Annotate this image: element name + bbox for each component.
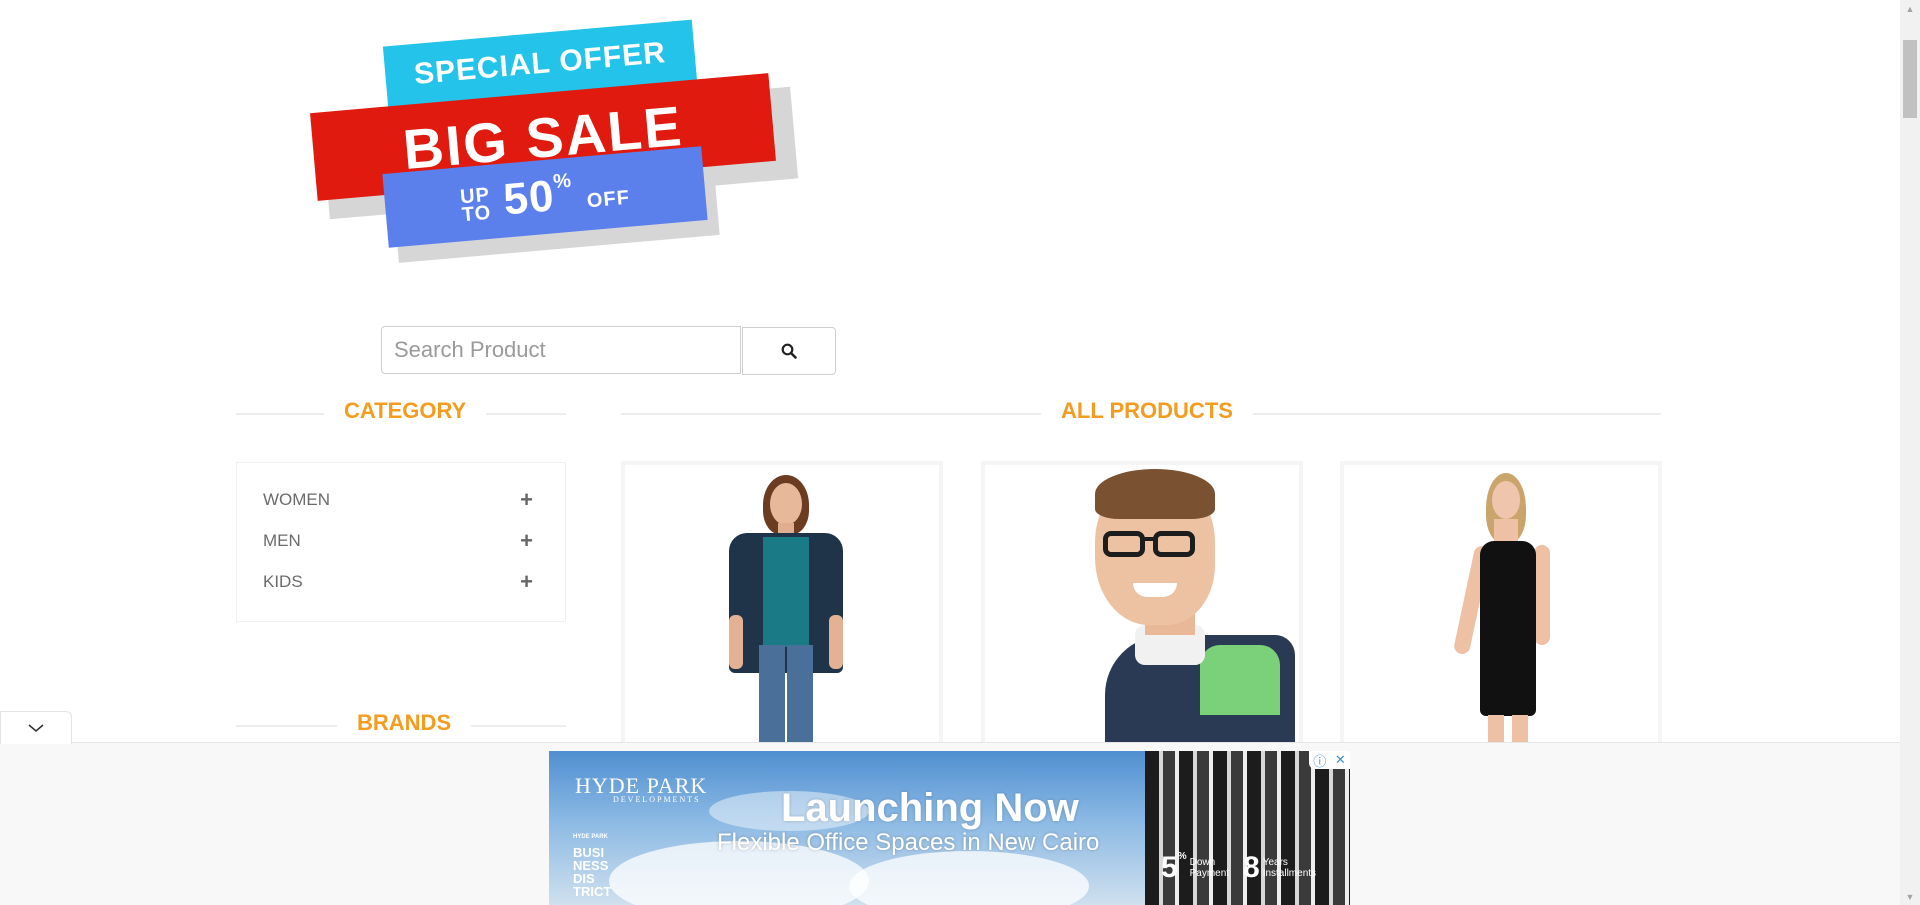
search-icon [781, 343, 797, 359]
category-title: CATEGORY [324, 398, 487, 424]
ad-business-district-logo: HYDE PARK BUSI NESS DIS TRICT [573, 834, 612, 899]
site-logo-banner[interactable]: SPECIAL OFFER BIG SALE UP TO 50% OFF [305, 19, 799, 263]
category-item-women[interactable]: WOMEN + [263, 485, 533, 515]
product-card[interactable] [981, 461, 1303, 761]
scroll-down-arrow-icon[interactable]: ▼ [1900, 888, 1920, 905]
product-image[interactable] [985, 465, 1299, 757]
page-scrollbar[interactable]: ▲ ▼ [1900, 0, 1920, 905]
ad-stat-down-payment: 5% Down Payment [1161, 851, 1230, 884]
brands-title: BRANDS [337, 710, 472, 736]
category-item-label: WOMEN [263, 490, 331, 509]
ad-stat-installments: 8 Years Installments [1243, 851, 1317, 884]
ad-headline: Launching Now [781, 786, 1079, 830]
products-title: ALL PRODUCTS [1041, 398, 1253, 424]
scroll-up-arrow-icon[interactable]: ▲ [1900, 0, 1920, 17]
ad-brand-logo: HYDE PARK DEVELOPMENTS [575, 773, 708, 804]
search-input[interactable] [381, 326, 741, 374]
plus-icon[interactable]: + [520, 487, 533, 513]
category-item-kids[interactable]: KIDS + [263, 567, 533, 597]
ad-choices[interactable]: ⓘ ✕ [1309, 751, 1350, 769]
plus-icon[interactable]: + [520, 569, 533, 595]
product-image[interactable] [625, 465, 939, 757]
product-image[interactable] [1344, 465, 1658, 757]
ad-collapse-button[interactable] [0, 711, 72, 744]
ad-banner[interactable]: HYDE PARK DEVELOPMENTS Launching Now Fle… [549, 751, 1350, 905]
info-icon[interactable]: ⓘ [1313, 751, 1326, 770]
scroll-thumb[interactable] [1903, 40, 1917, 118]
product-card[interactable] [1340, 461, 1662, 761]
close-icon[interactable]: ✕ [1335, 752, 1346, 768]
category-item-men[interactable]: MEN + [263, 526, 533, 556]
plus-icon[interactable]: + [520, 528, 533, 554]
category-item-label: KIDS [263, 572, 303, 591]
ad-subline: Flexible Office Spaces in New Cairo [717, 829, 1100, 856]
search-button[interactable] [742, 327, 836, 375]
category-panel: WOMEN + MEN + KIDS + [236, 462, 566, 622]
chevron-down-icon [28, 724, 44, 733]
category-item-label: MEN [263, 531, 301, 550]
product-card[interactable] [621, 461, 943, 761]
